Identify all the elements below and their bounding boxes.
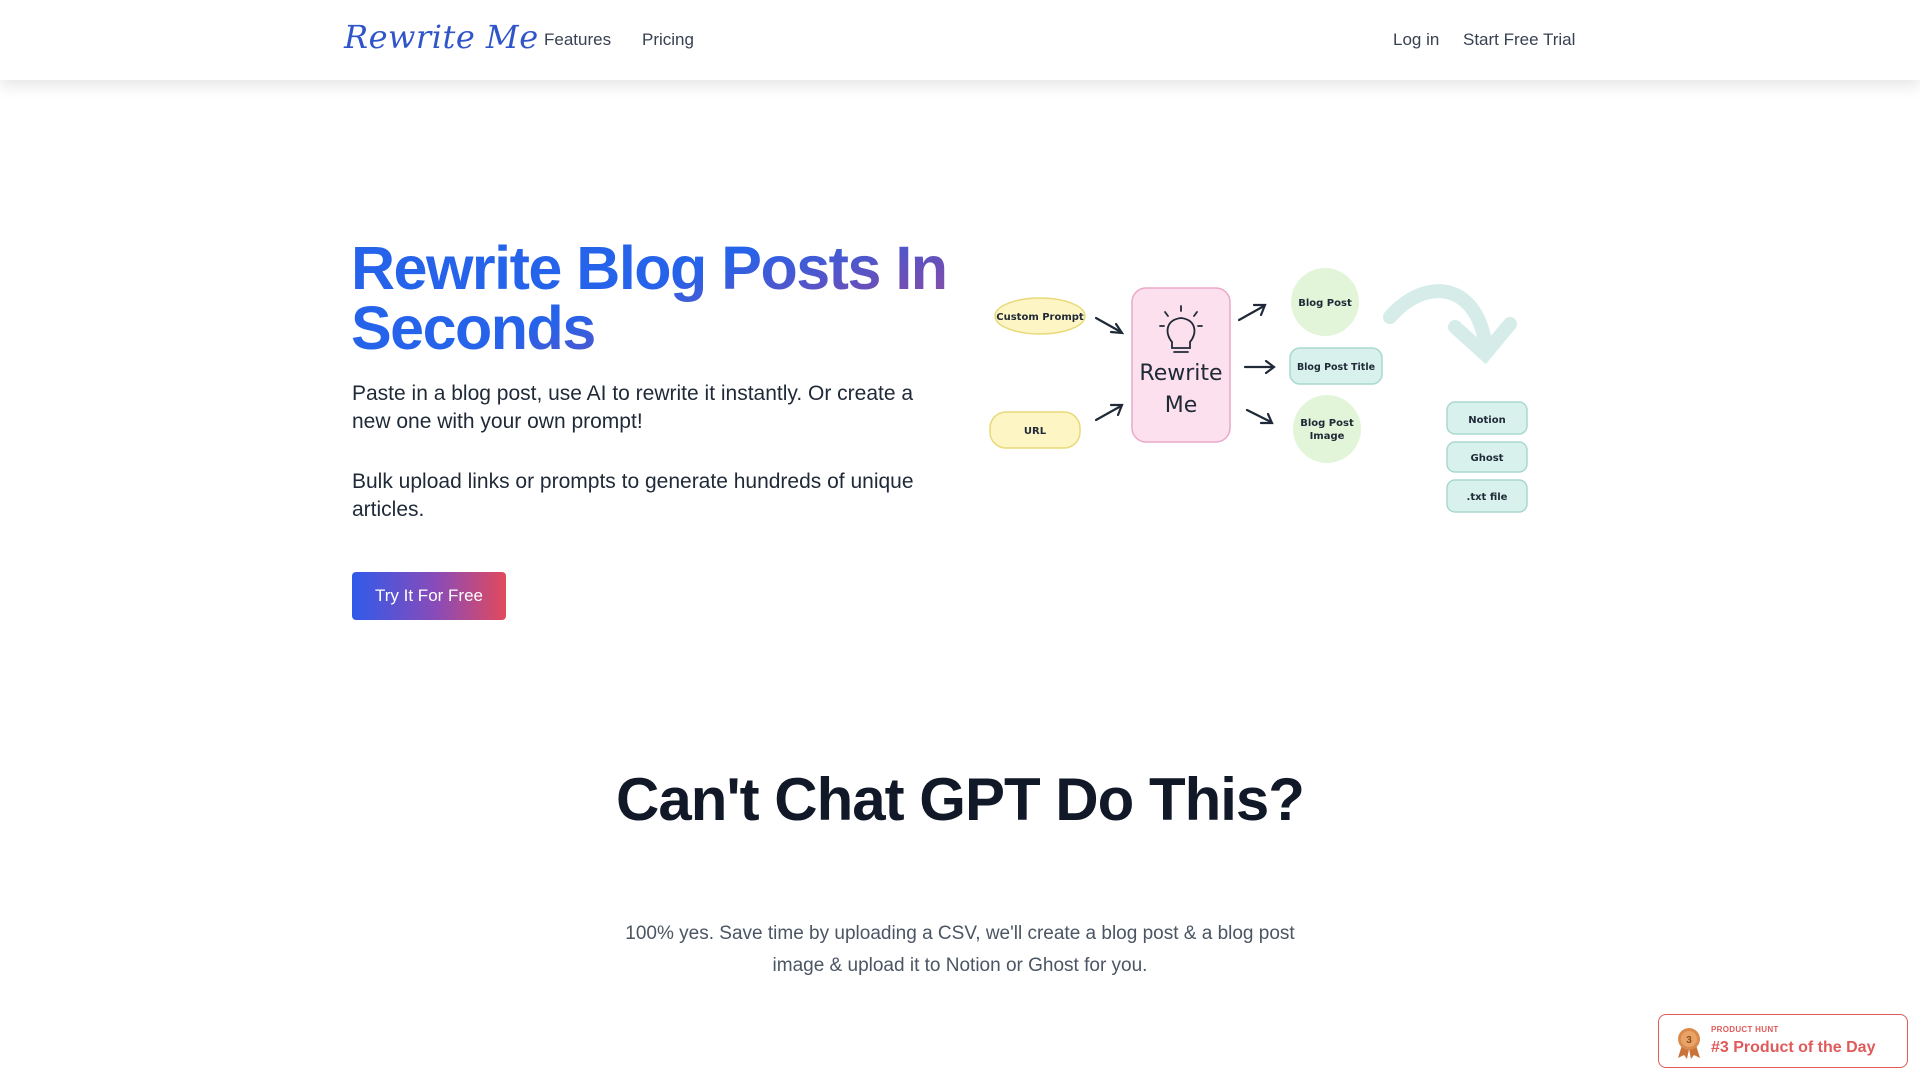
output-blog-post-image-label: Blog Post [1300,418,1354,429]
arrow-in-2 [1094,403,1124,422]
output-blog-post-image-label-2: Image [1310,431,1345,442]
center-label-line1: Rewrite [1139,361,1222,386]
input-url-label: URL [1024,426,1047,437]
center-label-line2: Me [1165,393,1198,418]
logo[interactable]: Rewrite Me [344,18,539,56]
output-blog-post-image-bubble [1293,395,1361,463]
medal-icon: 3 [1678,1028,1700,1059]
arrow-out-2 [1243,359,1276,375]
dest-ghost-label: Ghost [1471,453,1504,464]
medal-number: 3 [1686,1035,1692,1046]
nav-pricing-link[interactable]: Pricing [642,30,694,50]
dest-txt-file-label: .txt file [1467,492,1508,503]
section-title: Can't Chat GPT Do This? [616,766,1305,833]
hero-title: Rewrite Blog Posts In Seconds [351,238,971,359]
arrow-out-1 [1237,303,1267,322]
product-hunt-badge[interactable]: 3 PRODUCT HUNT #3 Product of the Day [1658,1014,1908,1068]
hero-paragraph-2: Bulk upload links or prompts to generate… [352,470,914,521]
workflow-diagram: Custom Prompt URL Rewrite Me Blog Post B… [989,268,1528,513]
output-blog-post-label: Blog Post [1298,298,1352,309]
input-custom-prompt-label: Custom Prompt [996,312,1084,323]
hero-paragraph-1: Paste in a blog post, use AI to rewrite … [352,382,914,433]
arrow-in-1 [1094,316,1125,335]
badge-rank-label: #3 Product of the Day [1711,1039,1876,1056]
arrow-out-3 [1245,408,1274,425]
login-link[interactable]: Log in [1393,30,1439,50]
nav-features-link[interactable]: Features [544,30,611,50]
big-curved-arrow [1383,284,1517,365]
try-free-button[interactable]: Try It For Free [352,572,506,620]
top-nav: Rewrite Me Features Pricing Log in Start… [0,0,1920,80]
badge-source-label: PRODUCT HUNT [1711,1025,1779,1034]
output-blog-post-title-label: Blog Post Title [1297,362,1375,373]
section-subtitle: 100% yes. Save time by uploading a CSV, … [625,923,1295,976]
dest-notion-label: Notion [1468,415,1505,426]
start-trial-link[interactable]: Start Free Trial [1463,30,1575,50]
